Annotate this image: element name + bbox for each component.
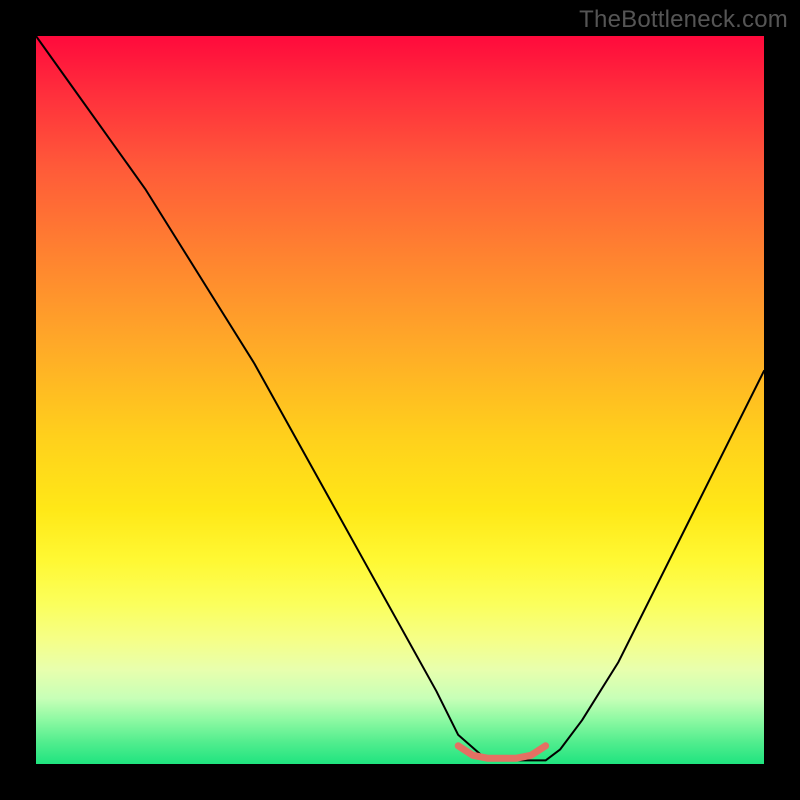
plot-frame [36,36,764,764]
series-group [36,36,764,760]
series-curve [36,36,764,760]
plot-overlay [36,36,764,764]
watermark-text: TheBottleneck.com [579,6,788,34]
